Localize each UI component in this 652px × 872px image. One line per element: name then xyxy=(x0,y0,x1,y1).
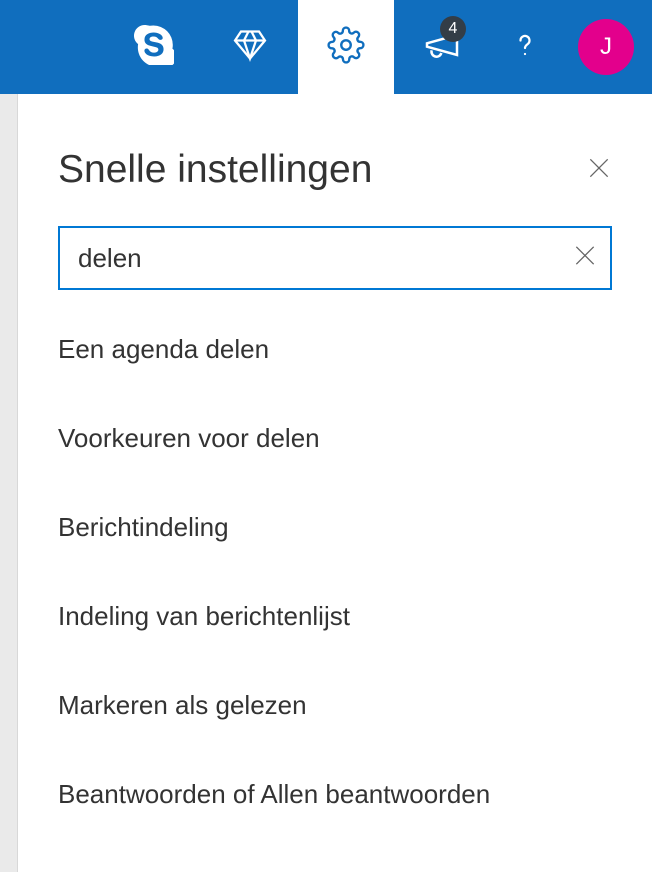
avatar-initial: J xyxy=(600,33,612,61)
result-item[interactable]: Een agenda delen xyxy=(58,334,612,365)
help-button[interactable] xyxy=(490,0,560,94)
result-item[interactable]: Indeling van berichtenlijst xyxy=(58,601,612,632)
skype-icon xyxy=(134,25,174,70)
search-input[interactable] xyxy=(58,226,612,290)
close-panel-button[interactable] xyxy=(586,155,612,186)
panel-header: Snelle instellingen xyxy=(58,94,612,226)
avatar[interactable]: J xyxy=(578,19,634,75)
premium-icon xyxy=(232,27,268,68)
search-wrap xyxy=(58,226,612,290)
result-item[interactable]: Beantwoorden of Allen beantwoorden xyxy=(58,779,612,810)
panel-title: Snelle instellingen xyxy=(58,148,372,192)
result-item[interactable]: Markeren als gelezen xyxy=(58,690,612,721)
topbar: 4 J xyxy=(0,0,652,94)
notification-badge: 4 xyxy=(440,16,466,42)
settings-icon xyxy=(327,26,365,69)
settings-button[interactable] xyxy=(298,0,394,94)
results-list: Een agenda delen Voorkeuren voor delen B… xyxy=(58,334,612,810)
help-icon xyxy=(507,27,543,68)
close-icon xyxy=(586,155,612,181)
quick-settings-panel: Snelle instellingen Een agenda delen Voo… xyxy=(0,94,652,810)
skype-button[interactable] xyxy=(106,0,202,94)
clear-search-button[interactable] xyxy=(572,243,598,274)
sidebar-edge xyxy=(0,94,18,872)
premium-button[interactable] xyxy=(202,0,298,94)
result-item[interactable]: Voorkeuren voor delen xyxy=(58,423,612,454)
x-icon xyxy=(572,243,598,269)
result-item[interactable]: Berichtindeling xyxy=(58,512,612,543)
announcements-button[interactable]: 4 xyxy=(394,0,490,94)
